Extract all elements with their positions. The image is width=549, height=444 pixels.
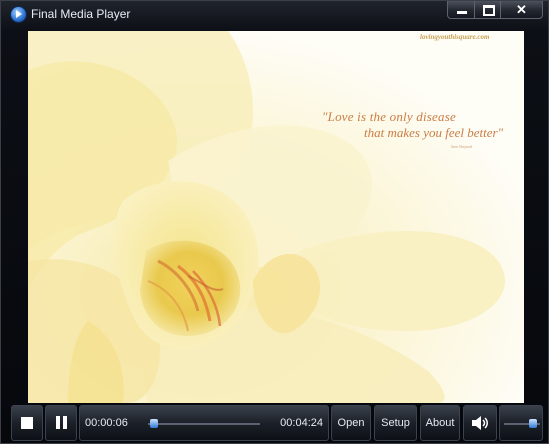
current-time: 00:00:06: [85, 417, 128, 429]
seek-bar[interactable]: 00:00:06 00:04:24: [79, 405, 329, 441]
app-icon: [10, 6, 27, 23]
open-button[interactable]: Open: [331, 405, 371, 441]
speaker-icon: [472, 416, 488, 430]
quote-author: Sam Shepard: [451, 144, 473, 149]
volume-handle[interactable]: [529, 419, 538, 428]
orchid-frame: [28, 31, 524, 403]
close-icon: ✕: [516, 2, 527, 17]
title-bar[interactable]: Final Media Player ✕: [1, 1, 548, 29]
setup-button[interactable]: Setup: [374, 405, 417, 441]
maximize-button[interactable]: [474, 1, 501, 19]
video-area[interactable]: lovingyouthisquare.com "Love is the only…: [28, 31, 524, 403]
stop-button[interactable]: [11, 405, 43, 441]
seek-handle[interactable]: [150, 419, 159, 428]
close-button[interactable]: ✕: [500, 1, 543, 19]
quote-line-1: "Love is the only disease: [322, 109, 456, 124]
quote-line-2: that makes you feel better": [364, 125, 504, 140]
minimize-button[interactable]: [447, 1, 475, 19]
volume-track[interactable]: [504, 419, 540, 428]
mute-button[interactable]: [463, 405, 497, 441]
control-bar: 00:00:06 00:04:24 Open Setup About: [11, 405, 543, 441]
pause-button[interactable]: [45, 405, 77, 441]
about-button[interactable]: About: [420, 405, 460, 441]
total-time: 00:04:24: [280, 417, 323, 429]
watermark: lovingyouthisquare.com: [420, 33, 490, 41]
media-player-window: Final Media Player ✕ lovingyouthisquare.…: [0, 0, 549, 444]
seek-track[interactable]: [148, 419, 260, 428]
volume-slider[interactable]: [499, 405, 543, 441]
window-title: Final Media Player: [31, 7, 131, 21]
